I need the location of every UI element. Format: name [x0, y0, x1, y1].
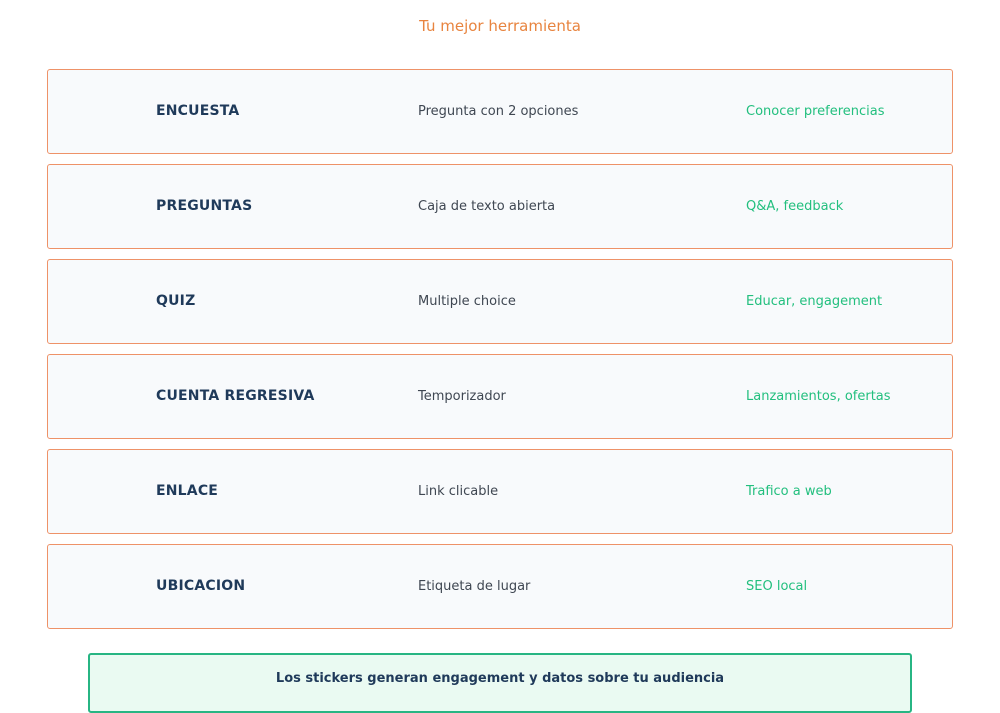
- sticker-name: ENLACE: [156, 483, 219, 499]
- sticker-description: Link clicable: [418, 483, 499, 499]
- list-item: ENLACE Link clicable Trafico a web: [47, 449, 953, 534]
- sticker-use: Lanzamientos, ofertas: [746, 388, 891, 404]
- list-item: CUENTA REGRESIVA Temporizador Lanzamient…: [47, 354, 953, 439]
- sticker-use: Trafico a web: [746, 483, 832, 499]
- list-item: UBICACION Etiqueta de lugar SEO local: [47, 544, 953, 629]
- list-item: PREGUNTAS Caja de texto abierta Q&A, fee…: [47, 164, 953, 249]
- sticker-list: ENCUESTA Pregunta con 2 opciones Conocer…: [47, 69, 953, 639]
- sticker-description: Temporizador: [418, 388, 506, 404]
- sticker-name: QUIZ: [156, 293, 196, 309]
- list-item: ENCUESTA Pregunta con 2 opciones Conocer…: [47, 69, 953, 154]
- list-item: QUIZ Multiple choice Educar, engagement: [47, 259, 953, 344]
- sticker-name: UBICACION: [156, 578, 246, 594]
- sticker-use: Conocer preferencias: [746, 103, 885, 119]
- sticker-name: CUENTA REGRESIVA: [156, 388, 315, 404]
- sticker-use: Educar, engagement: [746, 293, 883, 309]
- sticker-description: Pregunta con 2 opciones: [418, 103, 579, 119]
- sticker-name: ENCUESTA: [156, 103, 240, 119]
- sticker-description: Multiple choice: [418, 293, 516, 309]
- footer-note-text: Los stickers generan engagement y datos …: [275, 671, 725, 686]
- page-title: Tu mejor herramienta: [419, 17, 581, 35]
- footer-note: Los stickers generan engagement y datos …: [88, 653, 912, 713]
- sticker-description: Etiqueta de lugar: [418, 578, 531, 594]
- sticker-use: Q&A, feedback: [746, 198, 844, 214]
- sticker-description: Caja de texto abierta: [418, 198, 556, 214]
- sticker-use: SEO local: [746, 578, 808, 594]
- sticker-name: PREGUNTAS: [156, 198, 253, 214]
